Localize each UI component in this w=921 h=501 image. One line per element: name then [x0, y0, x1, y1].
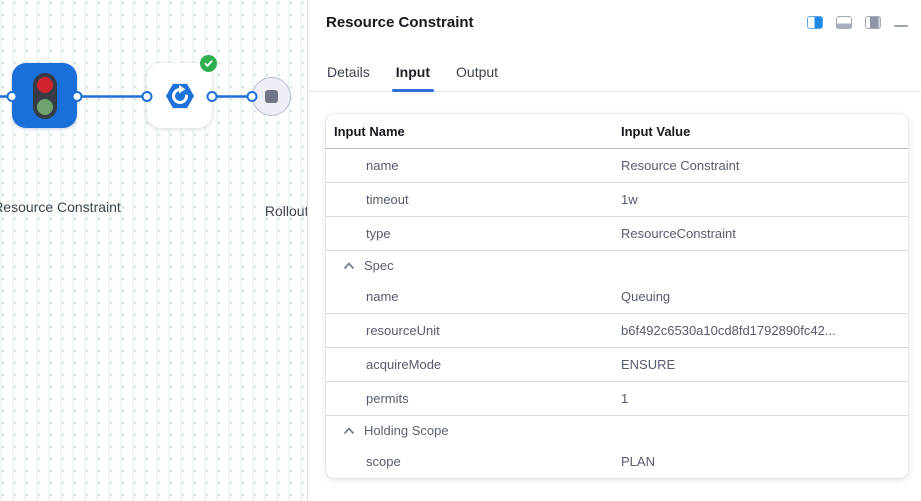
row-label: Holding Scope: [364, 423, 449, 438]
row-label: acquireMode: [326, 357, 441, 372]
row-value: Resource Constraint: [621, 158, 908, 173]
table-row: scope PLAN: [326, 445, 908, 478]
input-table-card: Input Name Input Value name Resource Cons…: [326, 114, 908, 478]
minimize-icon[interactable]: [894, 25, 908, 27]
table-row: permits 1: [326, 382, 908, 416]
column-header-input-value: Input Value: [621, 124, 908, 139]
panel-body: Input Name Input Value name Resource Cons…: [308, 92, 921, 478]
row-label: resourceUnit: [326, 323, 440, 338]
row-label: scope: [326, 454, 401, 469]
table-row: resourceUnit b6f492c6530a10cd8fd1792890fc…: [326, 314, 908, 348]
row-label: type: [326, 226, 391, 241]
table-row: name Queuing: [326, 280, 908, 314]
row-label: Spec: [364, 258, 394, 273]
table-row: name Resource Constraint: [326, 149, 908, 183]
table-row: timeout 1w: [326, 183, 908, 217]
node-rollout-deployment[interactable]: Rollout Deployment: [147, 63, 212, 128]
row-label: timeout: [326, 192, 409, 207]
tab-output[interactable]: Output: [456, 64, 498, 91]
row-value: b6f492c6530a10cd8fd1792890fc42...: [621, 323, 908, 338]
chevron-up-icon[interactable]: [343, 425, 355, 437]
column-header-input-name: Input Name: [326, 124, 621, 139]
panel-title: Resource Constraint: [326, 14, 474, 32]
row-label: permits: [326, 391, 409, 406]
traffic-light-icon: [33, 73, 57, 119]
row-value: ResourceConstraint: [621, 226, 908, 241]
workflow-app: Resource Constraint Rollout Deployment: [0, 0, 921, 501]
row-value: ENSURE: [621, 357, 908, 372]
traffic-light-green: [37, 99, 53, 115]
table-row: type ResourceConstraint: [326, 217, 908, 251]
window-controls: [807, 14, 908, 29]
check-badge-icon: [200, 55, 217, 72]
node-label: Resource Constraint: [0, 196, 123, 218]
traffic-light-red: [37, 77, 53, 93]
details-panel: Resource Constraint Details Input Output…: [307, 0, 921, 501]
panel-header: Resource Constraint: [308, 0, 921, 32]
right-panel-layout-icon[interactable]: [865, 16, 881, 29]
chevron-up-icon[interactable]: [343, 260, 355, 272]
tab-details[interactable]: Details: [327, 64, 370, 91]
stop-square-icon: [265, 90, 278, 103]
input-table-header: Input Name Input Value: [326, 114, 908, 149]
tab-input[interactable]: Input: [396, 64, 430, 91]
row-value: PLAN: [621, 454, 908, 469]
row-value: 1: [621, 391, 908, 406]
tab-bar: Details Input Output: [308, 64, 921, 92]
node-end[interactable]: [252, 77, 291, 116]
input-table-rows: name Resource Constraint timeout 1w type Reso…: [326, 149, 908, 478]
node-resource-constraint[interactable]: Resource Constraint: [12, 63, 77, 128]
table-row: acquireMode ENSURE: [326, 348, 908, 382]
workflow-canvas[interactable]: Resource Constraint Rollout Deployment: [0, 0, 307, 501]
row-value: Queuing: [621, 289, 908, 304]
split-right-layout-icon[interactable]: [807, 16, 823, 29]
row-label: name: [326, 289, 399, 304]
section-row: Holding Scope: [326, 416, 908, 445]
section-row: Spec: [326, 251, 908, 280]
row-value: 1w: [621, 192, 908, 207]
row-label: name: [326, 158, 399, 173]
rollout-hexagon-icon: [164, 80, 196, 112]
bottom-panel-layout-icon[interactable]: [836, 16, 852, 29]
